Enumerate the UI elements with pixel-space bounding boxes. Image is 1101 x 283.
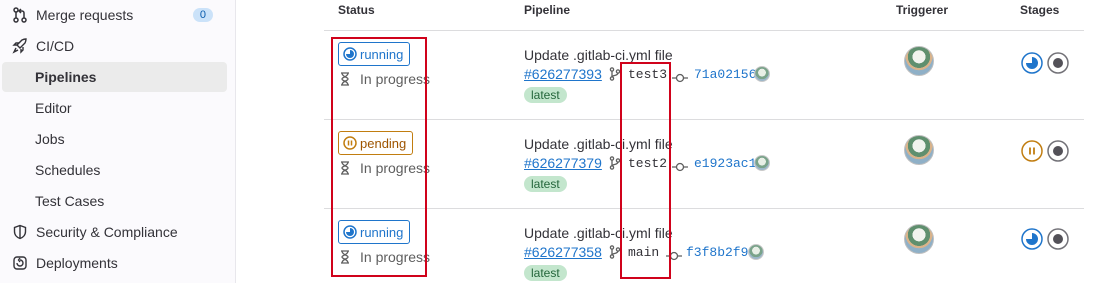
commit-author-avatar[interactable] [754,155,770,171]
commit-icon [666,248,682,261]
latest-badge: latest [524,87,567,103]
stage-created-icon[interactable] [1047,140,1069,162]
shield-icon [12,224,28,240]
sidebar-item-label: Editor [35,100,72,116]
status-duration: In progress [340,160,430,176]
commit-sha-link[interactable]: e1923ac1 [694,156,756,171]
sidebar-item-label: Pipelines [35,69,97,85]
sidebar-item-jobs[interactable]: Jobs [2,124,227,154]
triggerer-avatar[interactable] [904,135,934,165]
commit-author-avatar[interactable] [754,66,770,82]
commit-author-avatar[interactable] [748,244,764,260]
sidebar-item-label: Jobs [35,131,65,147]
pipeline-id-link[interactable]: #626277379 [524,155,602,171]
status-duration: In progress [340,249,430,265]
commit-sha-link[interactable]: 71a02156 [694,67,756,82]
status-duration: In progress [340,71,430,87]
branch-icon [609,156,621,170]
header-pipeline: Pipeline [524,3,571,17]
commit-title-link[interactable]: Update .gitlab-ci.yml file [524,136,673,152]
commit-title-link[interactable]: Update .gitlab-ci.yml file [524,47,673,63]
stage-created-icon[interactable] [1047,52,1069,74]
sidebar-item-schedules[interactable]: Schedules [2,155,227,185]
pipeline-id-link[interactable]: #626277393 [524,66,602,82]
commit-sha-link[interactable]: f3f8b2f9 [686,245,748,260]
sidebar-item-label: CI/CD [36,38,75,54]
status-duration-text: In progress [360,71,431,87]
latest-badge: latest [524,265,567,281]
sidebar-item-label: Test Cases [35,193,105,209]
hourglass-icon [340,72,350,86]
status-duration-text: In progress [360,249,431,265]
table-header: Status Pipeline Triggerer Stages [324,0,1084,31]
branch-name-link[interactable]: test2 [628,156,667,171]
status-badge-running[interactable]: running [338,42,411,66]
status-badge-label: running [360,46,404,62]
sidebar-item-cicd[interactable]: CI/CD [2,31,227,61]
sidebar-item-label: Schedules [35,162,101,178]
hourglass-icon [340,161,350,175]
status-badge-running[interactable]: running [338,220,411,244]
merge-request-icon [12,7,28,23]
branch-icon [609,67,621,81]
branch-icon [609,245,621,259]
sidebar-item-security-compliance[interactable]: Security & Compliance [2,217,227,247]
running-status-icon [343,225,357,239]
sidebar-item-deployments[interactable]: Deployments [2,248,227,278]
header-stages: Stages [1020,3,1060,17]
status-duration-text: In progress [360,160,431,176]
triggerer-avatar[interactable] [904,46,934,76]
deployments-icon [12,255,28,271]
rocket-icon [12,38,28,54]
stage-running-icon[interactable] [1021,228,1043,250]
branch-name-link[interactable]: test3 [628,67,667,82]
sidebar-item-label: Merge requests [36,7,134,23]
status-badge-pending[interactable]: pending [338,131,414,155]
running-status-icon [343,47,357,61]
triggerer-avatar[interactable] [904,224,934,254]
pending-status-icon [343,136,357,150]
row-divider [324,119,1084,120]
sidebar-item-merge-requests[interactable]: Merge requests 0 [2,0,227,30]
commit-icon [672,159,688,172]
sidebar-item-test-cases[interactable]: Test Cases [2,186,227,216]
stage-created-icon[interactable] [1047,228,1069,250]
status-badge-label: running [360,224,404,240]
stage-pending-icon[interactable] [1021,140,1043,162]
header-status: Status [338,3,375,17]
commit-title-link[interactable]: Update .gitlab-ci.yml file [524,225,673,241]
sidebar-item-label: Deployments [36,255,118,271]
status-badge-label: pending [360,135,407,151]
sidebar-item-pipelines[interactable]: Pipelines [2,62,227,92]
row-divider [324,208,1084,209]
sidebar-item-editor[interactable]: Editor [2,93,227,123]
header-triggerer: Triggerer [896,3,949,17]
sidebar: Merge requests 0 CI/CD Pipelines Editor … [0,0,236,283]
sidebar-item-label: Security & Compliance [36,224,178,240]
latest-badge: latest [524,176,567,192]
branch-name-link[interactable]: main [628,245,659,260]
pipeline-id-link[interactable]: #626277358 [524,244,602,260]
pipelines-table: Status Pipeline Triggerer Stages running… [324,0,1084,283]
stage-running-icon[interactable] [1021,52,1043,74]
merge-requests-count-badge: 0 [192,8,213,22]
commit-icon [672,70,688,83]
hourglass-icon [340,250,350,264]
